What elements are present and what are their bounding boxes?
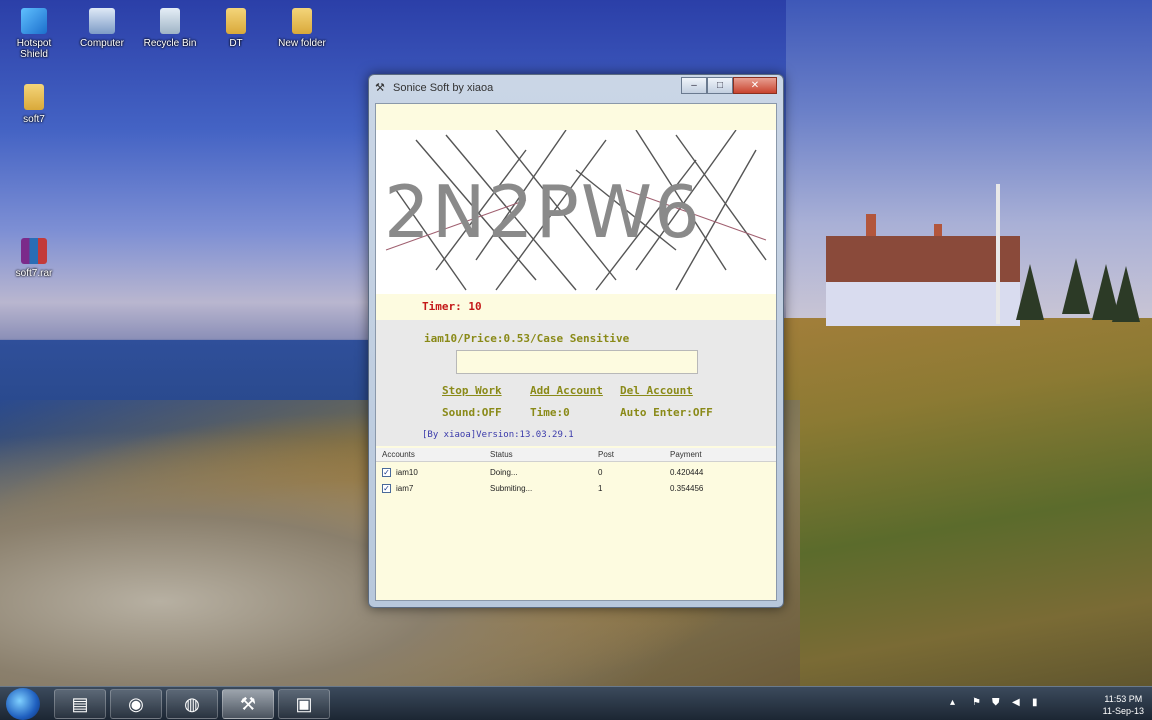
minimize-button[interactable]: – — [681, 77, 707, 94]
rar-archive-icon — [21, 238, 47, 264]
network-icon[interactable]: ▮ — [1032, 697, 1038, 708]
desktop-icon-recycle-bin[interactable]: Recycle Bin — [138, 8, 202, 49]
auto-enter-toggle[interactable]: Auto Enter:OFF — [620, 406, 713, 419]
account-payment: 0.420444 — [670, 468, 704, 477]
desktop-icon-computer[interactable]: Computer — [70, 8, 134, 49]
table-row[interactable]: ✓ iam10 Doing... 0 0.420444 — [376, 466, 776, 480]
table-header: Accounts Status Post Payment — [376, 448, 776, 462]
add-account-button[interactable]: Add Account — [530, 384, 603, 397]
recycle-bin-icon — [160, 8, 180, 34]
accounts-table: Accounts Status Post Payment ✓ iam10 Doi… — [376, 448, 776, 598]
account-name: iam7 — [396, 484, 414, 493]
tool-icon: ⚒ — [239, 694, 257, 714]
timer-label: Timer: 10 — [422, 300, 482, 313]
sound-toggle[interactable]: Sound:OFF — [442, 406, 502, 419]
window-client-area: 2N2PW6 Timer: 10 iam10/Price:0.53/Case S… — [375, 103, 777, 601]
desktop-icon-soft7-rar[interactable]: soft7.rar — [2, 238, 66, 279]
folder-icon — [226, 8, 246, 34]
time-label: Time:0 — [530, 406, 570, 419]
app-window[interactable]: ⚒ Sonice Soft by xiaoa – □ ✕ 2N2PW6 Time… — [368, 74, 784, 608]
wallpaper-flagpole — [996, 184, 1000, 324]
taskbar-window-button[interactable]: ▣ — [278, 689, 330, 719]
start-button[interactable] — [6, 688, 40, 720]
chrome-icon: ◉ — [128, 694, 144, 714]
flag-icon[interactable]: ⚑ — [972, 697, 981, 708]
account-status: Doing... — [490, 468, 518, 477]
folder-icon — [292, 8, 312, 34]
shield-icon[interactable]: ⛊ — [992, 697, 1000, 708]
clock-date: 11-Sep-13 — [1102, 706, 1144, 716]
account-info-label: iam10/Price:0.53/Case Sensitive — [424, 332, 630, 345]
close-button[interactable]: ✕ — [733, 77, 777, 94]
chevron-up-icon[interactable]: ▴ — [950, 697, 955, 708]
folder-icon: ▤ — [71, 694, 89, 714]
stop-work-button[interactable]: Stop Work — [442, 384, 502, 397]
hotspot-shield-icon — [21, 8, 47, 34]
taskbar-firefox-button[interactable]: ◍ — [166, 689, 218, 719]
window-titlebar[interactable]: ⚒ Sonice Soft by xiaoa – □ ✕ — [369, 75, 783, 101]
window-icon: ▣ — [295, 694, 313, 714]
column-header-payment[interactable]: Payment — [670, 450, 702, 459]
wallpaper-land — [780, 318, 1152, 688]
del-account-button[interactable]: Del Account — [620, 384, 693, 397]
desktop-icon-new-folder[interactable]: New folder — [270, 8, 334, 49]
taskbar-explorer-button[interactable]: ▤ — [54, 689, 106, 719]
folder-icon — [24, 84, 44, 110]
account-post: 1 — [598, 484, 603, 493]
account-payment: 0.354456 — [670, 484, 704, 493]
table-row[interactable]: ✓ iam7 Submiting... 1 0.354456 — [376, 482, 776, 496]
account-checkbox[interactable]: ✓ — [382, 484, 391, 493]
account-status: Submiting... — [490, 484, 533, 493]
wallpaper-house — [826, 214, 1020, 326]
computer-icon — [89, 8, 115, 34]
version-label: [By xiaoa]Version:13.03.29.1 — [422, 430, 574, 440]
taskbar-app-button[interactable]: ⚒ — [222, 689, 274, 719]
firefox-icon: ◍ — [184, 694, 200, 714]
column-header-accounts[interactable]: Accounts — [382, 450, 415, 459]
desktop-icon-dt[interactable]: DT — [204, 8, 268, 49]
clock-time: 11:53 PM — [1104, 694, 1143, 704]
system-tray: ▴ ⚑ ⛊ ◀ ▮ 11:53 PM 11-Sep-13 — [944, 691, 1144, 717]
desktop-icon-hotspot-shield[interactable]: Hotspot Shield — [2, 8, 66, 60]
window-title: Sonice Soft by xiaoa — [393, 82, 494, 94]
captcha-image: 2N2PW6 — [376, 130, 776, 294]
app-icon: ⚒ — [375, 82, 385, 94]
volume-icon[interactable]: ◀ — [1012, 697, 1020, 708]
account-checkbox[interactable]: ✓ — [382, 468, 391, 477]
wallpaper-tree — [1062, 258, 1090, 314]
taskbar-chrome-button[interactable]: ◉ — [110, 689, 162, 719]
account-name: iam10 — [396, 468, 418, 477]
captcha-text: 2N2PW6 — [384, 170, 702, 254]
captcha-answer-input[interactable] — [456, 350, 698, 374]
column-header-status[interactable]: Status — [490, 450, 513, 459]
column-header-post[interactable]: Post — [598, 450, 614, 459]
account-post: 0 — [598, 468, 603, 477]
clock[interactable]: 11:53 PM 11-Sep-13 — [1103, 693, 1144, 717]
wallpaper-tree — [1112, 266, 1140, 322]
wallpaper-tree — [1016, 264, 1044, 320]
maximize-button[interactable]: □ — [707, 77, 733, 94]
desktop-icon-soft7[interactable]: soft7 — [2, 84, 66, 125]
taskbar: ▤ ◉ ◍ ⚒ ▣ ▴ ⚑ ⛊ ◀ ▮ 11:53 PM 11-Sep-13 — [0, 686, 1152, 720]
